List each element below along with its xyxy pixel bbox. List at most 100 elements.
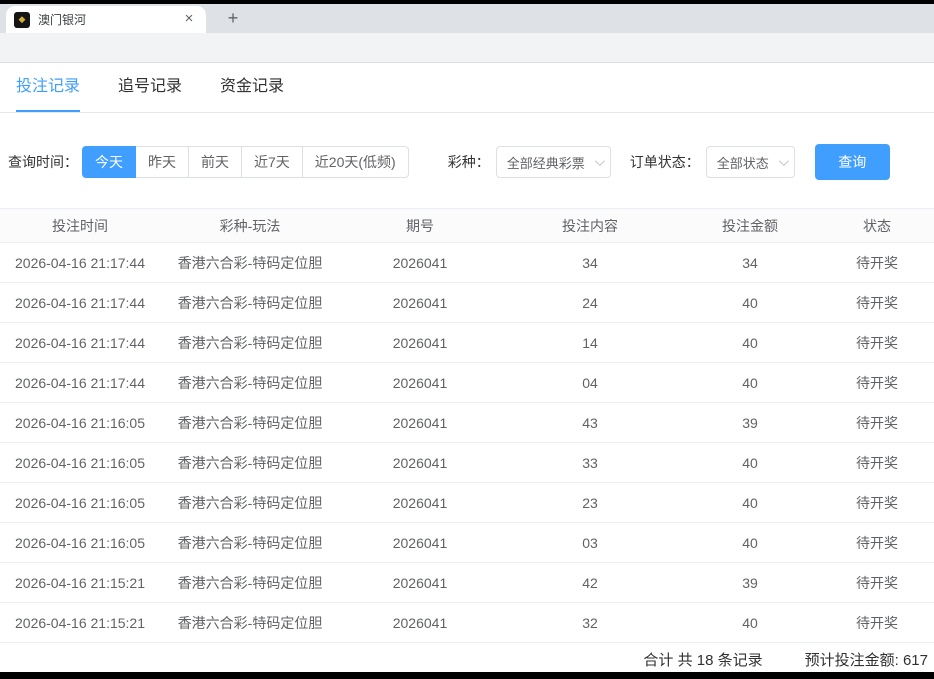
time-filter-today[interactable]: 今天 (82, 146, 136, 178)
status-filter-label: 订单状态： (630, 152, 700, 172)
table-cell: 2026-04-16 21:17:44 (0, 335, 160, 351)
site-favicon-icon: ◆ (14, 12, 30, 28)
table-cell: 2026041 (340, 415, 500, 431)
browser-toolbar (0, 33, 934, 63)
table-row: 2026-04-16 21:16:05香港六合彩-特码定位胆2026041433… (0, 403, 934, 443)
table-cell: 香港六合彩-特码定位胆 (160, 333, 340, 353)
time-filter-day-before[interactable]: 前天 (189, 146, 242, 178)
chevron-down-icon (779, 156, 789, 166)
tab-close-icon[interactable]: × (180, 11, 198, 29)
time-filter-20days[interactable]: 近20天(低频) (303, 146, 409, 178)
browser-tab[interactable]: ◆ 澳门银河 × (6, 6, 206, 33)
table-cell: 40 (680, 535, 820, 551)
table-cell: 2026-04-16 21:15:21 (0, 615, 160, 631)
table-cell: 2026-04-16 21:17:44 (0, 255, 160, 271)
table-row: 2026-04-16 21:17:44香港六合彩-特码定位胆2026041343… (0, 243, 934, 283)
tab-fund-records[interactable]: 资金记录 (220, 63, 284, 112)
window-bottom-edge (0, 672, 934, 679)
header-bet-amount: 投注金额 (680, 216, 820, 236)
table-row: 2026-04-16 21:17:44香港六合彩-特码定位胆2026041044… (0, 363, 934, 403)
header-status: 状态 (820, 216, 934, 236)
table-cell: 43 (500, 415, 680, 431)
time-filter-7days[interactable]: 近7天 (242, 146, 303, 178)
table-cell: 42 (500, 575, 680, 591)
table-row: 2026-04-16 21:17:44香港六合彩-特码定位胆2026041144… (0, 323, 934, 363)
status-select-value: 全部状态 (717, 153, 769, 172)
table-cell: 2026041 (340, 495, 500, 511)
table-cell: 香港六合彩-特码定位胆 (160, 573, 340, 593)
table-cell: 香港六合彩-特码定位胆 (160, 293, 340, 313)
table-cell: 香港六合彩-特码定位胆 (160, 453, 340, 473)
table-cell: 待开奖 (820, 493, 934, 513)
table-cell: 香港六合彩-特码定位胆 (160, 493, 340, 513)
table-cell: 2026-04-16 21:16:05 (0, 415, 160, 431)
table-cell: 待开奖 (820, 613, 934, 633)
query-button[interactable]: 查询 (815, 144, 890, 180)
table-cell: 39 (680, 575, 820, 591)
table-cell: 待开奖 (820, 453, 934, 473)
tab-bet-records[interactable]: 投注记录 (16, 63, 80, 112)
table-cell: 03 (500, 535, 680, 551)
table-row: 2026-04-16 21:15:21香港六合彩-特码定位胆2026041423… (0, 563, 934, 603)
time-filter-group: 今天 昨天 前天 近7天 近20天(低频) (82, 146, 409, 178)
table-cell: 33 (500, 455, 680, 471)
table-cell: 40 (680, 615, 820, 631)
table-cell: 香港六合彩-特码定位胆 (160, 413, 340, 433)
header-period: 期号 (340, 216, 500, 236)
table-cell: 34 (680, 255, 820, 271)
table-cell: 2026-04-16 21:16:05 (0, 535, 160, 551)
chevron-down-icon (595, 156, 605, 166)
table-cell: 2026-04-16 21:16:05 (0, 495, 160, 511)
table-cell: 2026041 (340, 535, 500, 551)
bet-records-table: 投注时间 彩种-玩法 期号 投注内容 投注金额 状态 2026-04-16 21… (0, 208, 934, 643)
table-cell: 14 (500, 335, 680, 351)
estimated-amount-text: 预计投注金额: 617 (805, 649, 928, 670)
browser-tab-title: 澳门银河 (38, 11, 180, 28)
table-cell: 香港六合彩-特码定位胆 (160, 253, 340, 273)
table-cell: 2026041 (340, 335, 500, 351)
table-cell: 待开奖 (820, 253, 934, 273)
browser-tab-strip: ◆ 澳门银河 × + (0, 4, 934, 33)
table-cell: 39 (680, 415, 820, 431)
status-select[interactable]: 全部状态 (706, 146, 795, 178)
table-cell: 待开奖 (820, 573, 934, 593)
table-body: 2026-04-16 21:17:44香港六合彩-特码定位胆2026041343… (0, 243, 934, 643)
table-header-row: 投注时间 彩种-玩法 期号 投注内容 投注金额 状态 (0, 208, 934, 243)
table-cell: 2026041 (340, 295, 500, 311)
header-bet-time: 投注时间 (0, 216, 160, 236)
table-row: 2026-04-16 21:16:05香港六合彩-特码定位胆2026041034… (0, 523, 934, 563)
table-row: 2026-04-16 21:17:44香港六合彩-特码定位胆2026041244… (0, 283, 934, 323)
table-cell: 2026-04-16 21:16:05 (0, 455, 160, 471)
table-cell: 2026041 (340, 575, 500, 591)
table-cell: 待开奖 (820, 333, 934, 353)
table-footer: 合计 共 18 条记录 预计投注金额: 617 (0, 643, 934, 675)
lottery-filter-label: 彩种： (448, 152, 490, 172)
lottery-select[interactable]: 全部经典彩票 (496, 146, 611, 178)
table-cell: 2026041 (340, 615, 500, 631)
new-tab-button[interactable]: + (220, 6, 246, 32)
table-cell: 34 (500, 255, 680, 271)
page-content: 投注记录 追号记录 资金记录 查询时间： 今天 昨天 前天 近7天 近20天(低… (0, 63, 934, 671)
header-bet-content: 投注内容 (500, 216, 680, 236)
table-row: 2026-04-16 21:15:21香港六合彩-特码定位胆2026041324… (0, 603, 934, 643)
table-cell: 40 (680, 495, 820, 511)
time-filter-yesterday[interactable]: 昨天 (136, 146, 189, 178)
table-cell: 40 (680, 335, 820, 351)
table-cell: 2026-04-16 21:15:21 (0, 575, 160, 591)
table-cell: 香港六合彩-特码定位胆 (160, 373, 340, 393)
table-cell: 04 (500, 375, 680, 391)
lottery-select-value: 全部经典彩票 (507, 153, 585, 172)
table-cell: 香港六合彩-特码定位胆 (160, 533, 340, 553)
table-cell: 2026041 (340, 255, 500, 271)
table-cell: 香港六合彩-特码定位胆 (160, 613, 340, 633)
header-lottery-play: 彩种-玩法 (160, 216, 340, 236)
table-cell: 待开奖 (820, 413, 934, 433)
tab-chase-records[interactable]: 追号记录 (118, 63, 182, 112)
table-cell: 40 (680, 455, 820, 471)
records-total-text: 合计 共 18 条记录 (643, 649, 762, 670)
table-cell: 待开奖 (820, 373, 934, 393)
table-cell: 40 (680, 295, 820, 311)
table-cell: 2026041 (340, 375, 500, 391)
table-cell: 待开奖 (820, 533, 934, 553)
table-cell: 32 (500, 615, 680, 631)
